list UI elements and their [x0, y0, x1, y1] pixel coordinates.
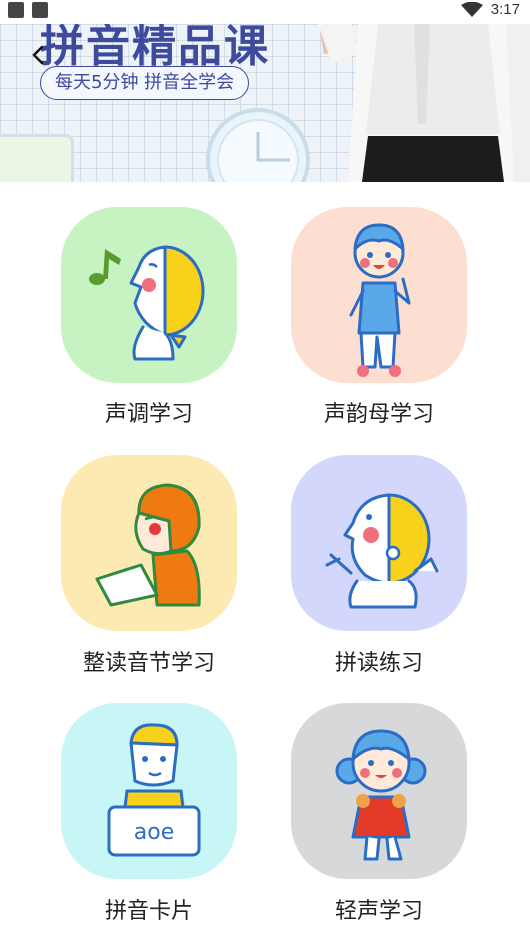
tile-label-initials-finals: 声韵母学习 — [323, 402, 434, 427]
pinyin-cards-button[interactable]: aoe — [61, 703, 237, 879]
initials-finals-button[interactable] — [291, 207, 467, 383]
half-face-kid-icon — [325, 493, 439, 609]
clock-icon — [206, 108, 310, 182]
tile-label-tone: 声调学习 — [104, 402, 193, 427]
whole-syllable-button[interactable] — [61, 455, 237, 631]
banner-subtitle: 每天5分钟 拼音全学会 — [40, 66, 250, 100]
status-bar: 3:17 — [0, 0, 530, 24]
boy-with-card-icon: aoe — [107, 723, 201, 857]
shopping-bag-icon — [8, 2, 24, 18]
singing-kid-icon — [89, 245, 205, 361]
girl-pigtails-icon — [335, 729, 427, 861]
reading-kid-icon — [95, 483, 201, 607]
teacher-illustration — [318, 24, 530, 182]
spelling-practice-button[interactable] — [291, 455, 467, 631]
notification-icon — [32, 2, 48, 18]
card-text: aoe — [134, 820, 174, 845]
course-banner[interactable]: 拼音精品课 每天5分钟 拼音全学会 — [0, 24, 530, 182]
status-time: 3:17 — [490, 1, 520, 18]
neutral-tone-button[interactable] — [291, 703, 467, 879]
tile-label-pinyin-cards: 拼音卡片 — [104, 899, 193, 924]
waving-boy-icon — [349, 223, 411, 377]
tile-label-spelling-practice: 拼读练习 — [334, 651, 423, 676]
tile-label-whole-syllable: 整读音节学习 — [82, 651, 215, 676]
tile-label-neutral-tone: 轻声学习 — [334, 899, 423, 924]
wifi-icon — [460, 1, 483, 17]
tone-learning-button[interactable] — [61, 207, 237, 383]
banner-card — [0, 134, 74, 182]
back-arrow-icon[interactable] — [28, 44, 50, 66]
